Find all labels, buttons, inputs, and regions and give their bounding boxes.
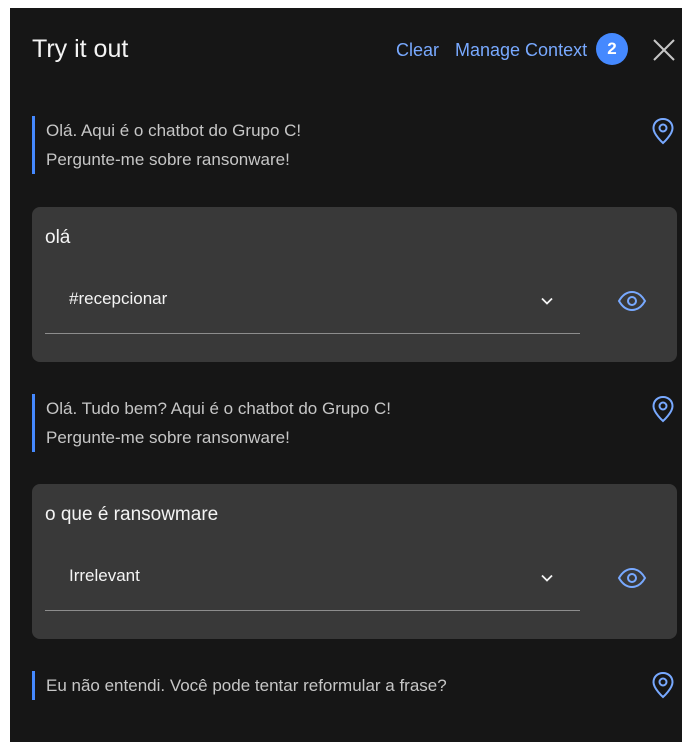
clear-button[interactable]: Clear [396, 40, 439, 61]
context-count-badge[interactable]: 2 [596, 33, 628, 65]
bot-message: Olá. Tudo bem? Aqui é o chatbot do Grupo… [32, 394, 391, 452]
bot-message-line: Pergunte-me sobre ransonware! [46, 150, 290, 169]
intent-select-value: Irrelevant [69, 566, 140, 585]
panel-title: Try it out [32, 35, 129, 63]
bot-message-line: Olá. Tudo bem? Aqui é o chatbot do Grupo… [46, 399, 391, 418]
location-pin-icon[interactable] [651, 395, 675, 423]
bot-message-line: Pergunte-me sobre ransonware! [46, 428, 290, 447]
manage-context-button[interactable]: Manage Context [455, 40, 587, 61]
user-message-card: o que é ransowmare Irrelevant [32, 484, 677, 639]
intent-select[interactable]: Irrelevant [45, 550, 580, 611]
chevron-down-icon [541, 574, 553, 582]
bot-message: Eu não entendi. Você pode tentar reformu… [32, 671, 447, 700]
intent-select-value: #recepcionar [69, 289, 168, 308]
location-pin-icon[interactable] [651, 117, 675, 145]
eye-icon[interactable] [617, 290, 647, 312]
bot-message-line: Eu não entendi. Você pode tentar reformu… [46, 676, 447, 695]
location-pin-icon[interactable] [651, 671, 675, 699]
close-icon[interactable] [651, 37, 677, 63]
bot-message: Olá. Aqui é o chatbot do Grupo C! Pergun… [32, 116, 301, 174]
eye-icon[interactable] [617, 567, 647, 589]
user-message-text: olá [45, 227, 71, 248]
panel-header: Try it out Clear Manage Context 2 [10, 8, 682, 92]
bot-message-line: Olá. Aqui é o chatbot do Grupo C! [46, 121, 302, 140]
chevron-down-icon [541, 297, 553, 305]
try-it-out-panel: Try it out Clear Manage Context 2 Olá. A… [10, 8, 682, 742]
user-message-text: o que é ransowmare [45, 504, 219, 525]
user-message-card: olá #recepcionar [32, 207, 677, 362]
intent-select[interactable]: #recepcionar [45, 273, 580, 334]
